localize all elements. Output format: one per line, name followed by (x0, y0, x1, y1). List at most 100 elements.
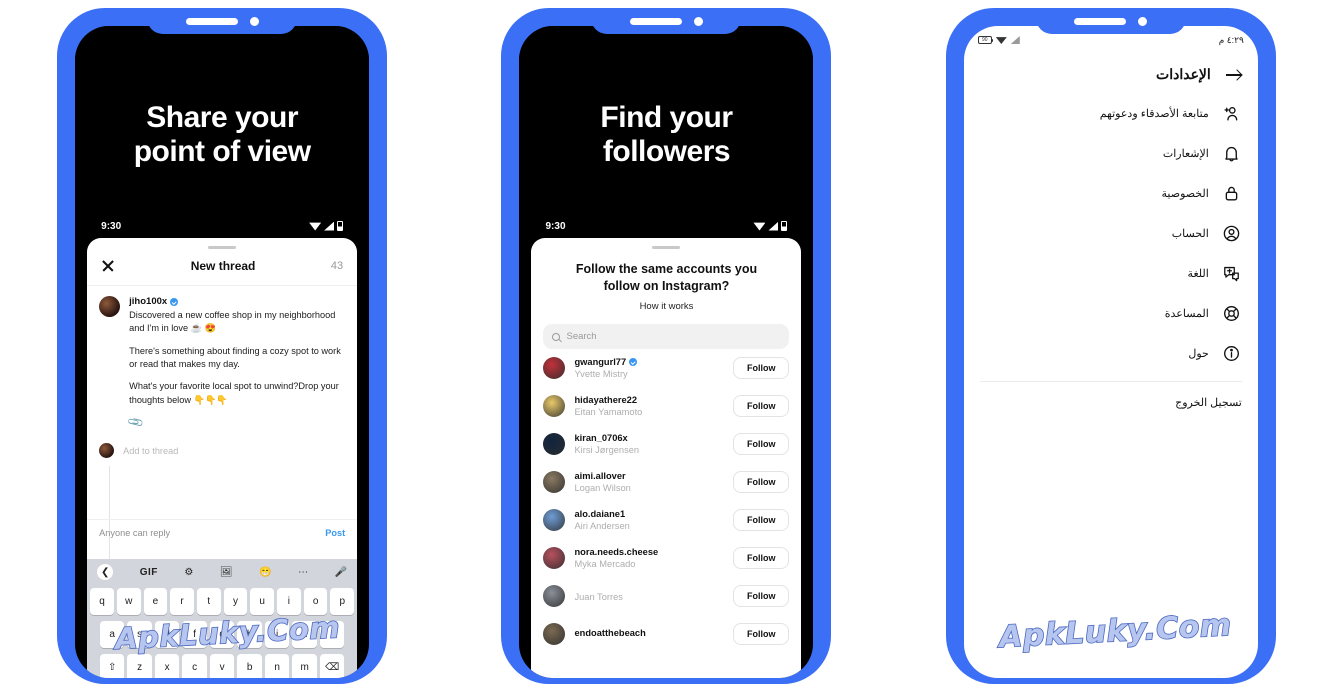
gear-icon[interactable]: ⚙ (184, 567, 193, 578)
post-button[interactable]: Post (325, 528, 345, 538)
account-fullname: Airi Andersen (574, 521, 630, 532)
gif-button[interactable]: GIF (140, 567, 158, 578)
key-i[interactable]: i (277, 588, 301, 615)
close-icon[interactable] (101, 259, 115, 273)
hero-line-2: point of view (133, 135, 311, 168)
settings-item-1[interactable]: متابعة الأصدقاء ودعوتهم (964, 93, 1258, 133)
list-item[interactable]: gwangurl77 Yvette Mistry Follow (531, 349, 801, 387)
key-r[interactable]: r (170, 588, 194, 615)
keyboard-toolbar: ❮ GIF ⚙ 🖼 😁 ⋯ 🎤 (87, 559, 358, 585)
key-y[interactable]: y (223, 588, 248, 615)
avatar (543, 395, 566, 418)
settings-item-3[interactable]: الخصوصية (964, 173, 1258, 213)
list-item[interactable]: nora.needs.cheese Myka Mercado Follow (531, 539, 801, 577)
follow-button[interactable]: Follow (732, 471, 790, 494)
follow-heading-line-2: follow on Instagram? (603, 278, 730, 293)
status-time-3: ٤:٢٩ م (1218, 34, 1244, 45)
more-icon[interactable]: ⋯ (298, 567, 308, 578)
hero-1: Share your point of view (75, 26, 370, 222)
phone-mockup-1: Share your point of view 9:30 New thread… (57, 8, 388, 700)
follow-button[interactable]: Follow (732, 433, 790, 456)
inner-device-1: 9:30 New thread 43 jiho100x Discovered a… (87, 214, 358, 678)
key-q[interactable]: q (90, 588, 114, 615)
key-o[interactable]: o (303, 588, 328, 615)
back-chevron-icon[interactable]: ❮ (97, 564, 114, 580)
who-can-reply-label[interactable]: Anyone can reply (99, 528, 170, 538)
post-paragraph: There's something about finding a cozy s… (129, 345, 341, 370)
key-w[interactable]: w (116, 588, 141, 615)
how-it-works-link[interactable]: How it works (547, 301, 785, 312)
settings-item-label: اللغة (1187, 267, 1209, 280)
list-item[interactable]: Juan Torres Follow (531, 577, 801, 615)
key-⌫[interactable]: ⌫ (319, 654, 345, 678)
key-e[interactable]: e (143, 588, 168, 615)
speaker-grill (629, 17, 682, 25)
key-m[interactable]: m (292, 654, 317, 678)
list-item[interactable]: aimi.allover Logan Wilson Follow (531, 463, 801, 501)
key-b[interactable]: b (237, 654, 262, 678)
post-paragraph: Discovered a new coffee shop in my neigh… (129, 310, 336, 334)
mic-icon[interactable]: 🎤 (335, 567, 347, 578)
account-username: nora.needs.cheese (574, 547, 659, 558)
follow-button[interactable]: Follow (732, 509, 790, 532)
settings-item-label: الحساب (1171, 227, 1209, 240)
keyboard-row-1: qwertyuiop (87, 585, 357, 618)
key-f[interactable]: f (182, 621, 207, 648)
list-item[interactable]: alo.daiane1 Airi Andersen Follow (531, 501, 801, 539)
key-t[interactable]: t (196, 588, 221, 615)
key-s[interactable]: s (127, 621, 152, 648)
avatar (543, 509, 566, 532)
key-d[interactable]: d (154, 621, 180, 648)
key-g[interactable]: g (209, 621, 235, 648)
phone-notch-3 (1035, 8, 1186, 34)
key-l[interactable]: l (319, 621, 345, 648)
translate-icon[interactable]: 🖼 (220, 567, 233, 578)
key-u[interactable]: u (250, 588, 275, 615)
search-input[interactable]: Search (543, 324, 790, 350)
wifi-icon (753, 222, 766, 231)
key-x[interactable]: x (154, 654, 180, 678)
follow-button[interactable]: Follow (732, 623, 790, 646)
page-title: New thread (190, 259, 256, 273)
settings-item-5[interactable]: اللغة (964, 253, 1258, 293)
key-k[interactable]: k (292, 621, 317, 648)
settings-item-2[interactable]: الإشعارات (964, 133, 1258, 173)
key-v[interactable]: v (209, 654, 235, 678)
search-placeholder: Search (566, 331, 597, 343)
follow-button[interactable]: Follow (732, 395, 790, 418)
settings-item-4[interactable]: الحساب (964, 213, 1258, 253)
key-z[interactable]: z (127, 654, 152, 678)
language-icon (1222, 263, 1242, 283)
list-item[interactable]: endoatthebeach Follow (531, 615, 801, 653)
settings-item-7[interactable]: حول (964, 333, 1258, 373)
key-c[interactable]: c (182, 654, 207, 678)
logout-button[interactable]: تسجيل الخروج (964, 386, 1258, 419)
signal-icon (324, 221, 335, 231)
on-screen-keyboard: ❮ GIF ⚙ 🖼 😁 ⋯ 🎤 qwertyuiop asdfghjkl ⇧ z x… (87, 559, 358, 678)
paperclip-icon[interactable]: 📎 (127, 413, 145, 432)
avatar (99, 296, 121, 317)
post-username-row: jiho100x (129, 296, 345, 307)
phone-notch-1 (147, 8, 298, 34)
sticker-icon[interactable]: 😁 (259, 567, 271, 578)
add-to-thread-row[interactable]: Add to thread (87, 431, 357, 459)
search-icon (552, 332, 561, 341)
follow-button[interactable]: Follow (732, 357, 790, 380)
key-⇧[interactable]: ⇧ (99, 654, 125, 678)
key-a[interactable]: a (99, 621, 125, 648)
account-circle-icon (1222, 223, 1242, 243)
list-item[interactable]: hidayathere22 Eitan Yamamoto Follow (531, 387, 801, 425)
account-fullname: Yvette Mistry (574, 369, 628, 380)
account-username: alo.daiane1 (574, 509, 626, 520)
phone-screen-3: 90 ٤:٢٩ م الإعدادات متابعة الأصدقاء ودعو… (963, 26, 1258, 678)
key-p[interactable]: p (330, 588, 355, 615)
character-count: 43 (330, 260, 344, 272)
follow-button[interactable]: Follow (732, 547, 790, 570)
key-j[interactable]: j (264, 621, 290, 648)
key-n[interactable]: n (264, 654, 290, 678)
key-h[interactable]: h (237, 621, 262, 648)
list-item[interactable]: kiran_0706x Kirsi Jørgensen Follow (531, 425, 801, 463)
follow-button[interactable]: Follow (732, 585, 790, 608)
arrow-right-icon[interactable] (1225, 66, 1242, 83)
settings-item-6[interactable]: المساعدة (964, 293, 1258, 333)
